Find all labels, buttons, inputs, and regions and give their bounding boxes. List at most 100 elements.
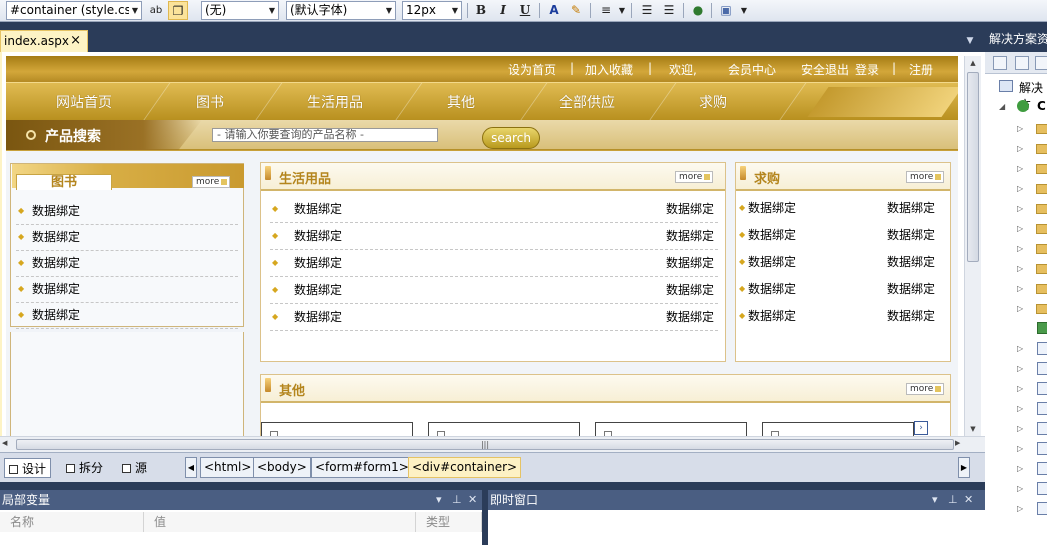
scroll-right-icon[interactable]: ›: [914, 421, 928, 435]
books-more-button[interactable]: more: [192, 176, 230, 188]
list-item[interactable]: ◆ 数据绑定 数据绑定: [270, 304, 718, 331]
aspx-file-icon[interactable]: [1037, 422, 1047, 435]
design-view-button[interactable]: 设计: [4, 458, 52, 478]
list-item[interactable]: ◆ 数据绑定 数据绑定: [270, 223, 718, 250]
folder-icon[interactable]: [1036, 124, 1047, 134]
list-item[interactable]: ◆ 数据绑定: [16, 198, 238, 225]
tab-overflow-chevron-icon[interactable]: ▼: [963, 34, 977, 48]
style-apply-icon[interactable]: ab: [146, 1, 166, 20]
close-icon[interactable]: ×: [70, 31, 81, 51]
aspx-file-icon[interactable]: [1037, 362, 1047, 375]
immediate-window[interactable]: 即时窗口 ▾ ⊥ ✕: [488, 490, 985, 545]
list-item[interactable]: ◆ 数据绑定 数据绑定: [737, 222, 949, 249]
list-item[interactable]: ◆ 数据绑定: [16, 276, 238, 303]
crumb-body[interactable]: <body>: [253, 457, 311, 478]
scroll-left-icon[interactable]: ◀: [2, 439, 7, 447]
column-type[interactable]: 类型: [416, 512, 482, 532]
tree-expand-icon[interactable]: ▷: [1017, 204, 1023, 213]
horizontal-scrollbar[interactable]: ◀ ||| ▶: [0, 436, 985, 452]
bold-button[interactable]: B: [471, 1, 491, 20]
list-item[interactable]: ◆ 数据绑定 数据绑定: [737, 195, 949, 222]
search-input[interactable]: - 请输入你要查询的产品名称 -: [212, 128, 438, 142]
list-item[interactable]: ◆ 数据绑定 数据绑定: [270, 196, 718, 223]
font-size-dropdown[interactable]: 12px ▼: [402, 1, 462, 20]
folder-icon[interactable]: [1036, 164, 1047, 174]
search-button[interactable]: search: [482, 127, 540, 149]
tree-expand-icon[interactable]: ▷: [1017, 464, 1023, 473]
tree-expand-icon[interactable]: ▷: [1017, 284, 1023, 293]
font-color-icon[interactable]: A: [544, 1, 564, 20]
aspx-file-icon[interactable]: [1037, 462, 1047, 475]
scroll-thumb[interactable]: [967, 72, 979, 262]
folder-icon[interactable]: [1036, 284, 1047, 294]
tree-expand-icon[interactable]: ▷: [1017, 124, 1023, 133]
close-icon[interactable]: ✕: [468, 490, 477, 510]
tree-expand-icon[interactable]: ▷: [1017, 224, 1023, 233]
tree-expand-icon[interactable]: ▷: [1017, 364, 1023, 373]
nav-purchase[interactable]: 求购: [699, 92, 727, 112]
source-view-button[interactable]: 源: [122, 458, 147, 478]
aspx-file-icon[interactable]: [1037, 382, 1047, 395]
add-favorite-link[interactable]: 加入收藏: [585, 61, 633, 78]
other-more-button[interactable]: more: [906, 383, 944, 395]
list-item[interactable]: ◆ 数据绑定 数据绑定: [270, 277, 718, 304]
nav-other[interactable]: 其他: [447, 92, 475, 112]
tree-expand-icon[interactable]: ▷: [1017, 504, 1023, 513]
list-item[interactable]: ◆ 数据绑定 数据绑定: [737, 276, 949, 303]
folder-icon[interactable]: [1036, 224, 1047, 234]
pin-icon[interactable]: ⊥: [452, 490, 462, 510]
hyperlink-icon[interactable]: ●: [688, 1, 708, 20]
chevron-down-icon[interactable]: ▼: [734, 1, 754, 20]
list-item[interactable]: ◆ 数据绑定 数据绑定: [270, 250, 718, 277]
purchase-more-button[interactable]: more: [906, 171, 944, 183]
pin-icon[interactable]: ⊥: [948, 490, 958, 510]
folder-icon[interactable]: [1036, 204, 1047, 214]
login-link[interactable]: 登录: [855, 61, 879, 78]
folder-icon[interactable]: [1036, 184, 1047, 194]
close-icon[interactable]: ✕: [964, 490, 973, 510]
block-format-dropdown[interactable]: (无) ▼: [201, 1, 279, 20]
folder-icon[interactable]: [1036, 244, 1047, 254]
folder-icon[interactable]: [1036, 304, 1047, 314]
split-view-button[interactable]: 拆分: [66, 458, 103, 478]
tree-expand-icon[interactable]: ▷: [1017, 344, 1023, 353]
italic-button[interactable]: I: [493, 1, 513, 20]
nav-living[interactable]: 生活用品: [307, 92, 363, 112]
tab-index-aspx[interactable]: index.aspx ×: [0, 30, 88, 52]
tree-expand-icon[interactable]: ▷: [1017, 484, 1023, 493]
window-menu-icon[interactable]: ▾: [436, 490, 442, 510]
scroll-up-icon[interactable]: ▲: [965, 56, 981, 70]
register-link[interactable]: 注册: [909, 61, 933, 78]
tree-expand-icon[interactable]: ▷: [1017, 164, 1023, 173]
bullet-list-icon[interactable]: ☰: [637, 1, 657, 20]
folder-icon[interactable]: [1036, 264, 1047, 274]
underline-button[interactable]: U: [515, 1, 535, 20]
logout-link[interactable]: 安全退出: [801, 61, 849, 78]
expand-icon[interactable]: ◢: [999, 102, 1005, 111]
member-center-link[interactable]: 会员中心: [728, 61, 776, 78]
refresh-icon[interactable]: [1015, 56, 1029, 70]
list-item[interactable]: ◆ 数据绑定: [16, 250, 238, 277]
column-value[interactable]: 值: [144, 512, 416, 532]
config-file-icon[interactable]: [1037, 322, 1047, 334]
scroll-down-icon[interactable]: ▼: [965, 422, 981, 436]
show-all-icon[interactable]: [1035, 56, 1047, 70]
highlight-icon[interactable]: ✎: [566, 1, 586, 20]
aspx-file-icon[interactable]: [1037, 482, 1047, 495]
nav-all-supply[interactable]: 全部供应: [559, 92, 615, 112]
properties-icon[interactable]: [993, 56, 1007, 70]
window-menu-icon[interactable]: ▾: [932, 490, 938, 510]
tree-expand-icon[interactable]: ▷: [1017, 144, 1023, 153]
chevron-down-icon[interactable]: ▼: [612, 1, 632, 20]
tree-expand-icon[interactable]: ▷: [1017, 264, 1023, 273]
scroll-thumb[interactable]: |||: [16, 439, 954, 450]
numbered-list-icon[interactable]: ☰: [659, 1, 679, 20]
folder-icon[interactable]: [1036, 144, 1047, 154]
nav-books[interactable]: 图书: [196, 92, 224, 112]
aspx-file-icon[interactable]: [1037, 502, 1047, 515]
crumb-left-icon[interactable]: ◀: [185, 457, 197, 478]
tree-expand-icon[interactable]: ▷: [1017, 184, 1023, 193]
tree-expand-icon[interactable]: ▷: [1017, 404, 1023, 413]
nav-home[interactable]: 网站首页: [56, 92, 112, 112]
font-family-dropdown[interactable]: (默认字体) ▼: [286, 1, 396, 20]
